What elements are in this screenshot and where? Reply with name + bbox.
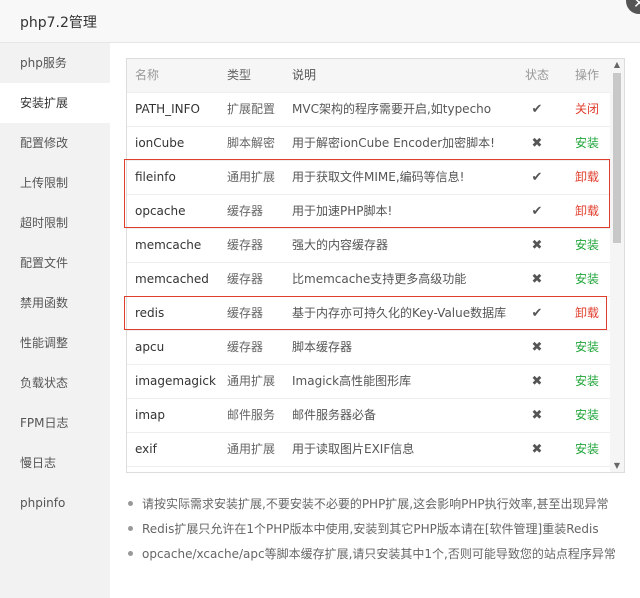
install-button[interactable]: 安装	[575, 399, 605, 432]
check-icon: ✔	[531, 102, 543, 117]
ext-name: imap	[135, 408, 165, 422]
sidebar-item[interactable]: phpinfo	[0, 483, 110, 523]
sidebar-item[interactable]: php服务	[0, 43, 110, 83]
header-status: 状态	[525, 68, 549, 82]
extensions-table: 名称 类型 说明 状态 操作 PATH_INFO 扩展配置 MVC架构的程序需要开启…	[126, 58, 625, 473]
scroll-down-arrow-icon[interactable]: ▼	[610, 460, 624, 472]
ext-desc: 脚本缓存器	[292, 340, 353, 354]
ext-desc: 强大的内容缓存器	[292, 238, 389, 252]
cross-icon: ✖	[531, 408, 543, 423]
ext-name: PATH_INFO	[135, 102, 200, 116]
ext-name: ionCube	[135, 136, 185, 150]
ext-type: 脚本解密	[227, 136, 276, 150]
scroll-up-arrow-icon[interactable]: ▲	[610, 59, 624, 71]
note-text: opcache/xcache/apc等脚本缓存扩展,请只安装其中1个,否则可能导…	[142, 547, 616, 561]
bullet-icon	[128, 551, 133, 556]
header-desc: 说明	[292, 68, 317, 82]
table-row: apcu 缓存器 脚本缓存器 ✖ 安装	[127, 331, 611, 365]
ext-type: 通用扩展	[227, 442, 276, 456]
sidebar: php服务 安装扩展 配置修改 上传限制 超时限制 配置文件 禁用函数 性能调整 负载状态 FPM…	[0, 43, 110, 598]
table-scrollbar[interactable]: ▲ ▼	[610, 59, 624, 472]
ext-name: exif	[135, 442, 157, 456]
table-row: ionCube 脚本解密 用于解密ionCube Encoder加密脚本! ✖ 安装	[127, 127, 611, 161]
install-button[interactable]: 安装	[575, 127, 605, 160]
ext-type: 通用扩展	[227, 374, 276, 388]
ext-type: 缓存器	[227, 340, 264, 354]
ext-name: memcache	[135, 238, 202, 252]
sidebar-item[interactable]: 性能调整	[0, 323, 110, 363]
ext-name: imagemagick	[135, 374, 216, 388]
ext-type: 扩展配置	[227, 102, 276, 116]
sidebar-item[interactable]: 超时限制	[0, 203, 110, 243]
table-row: imagemagick 通用扩展 Imagick高性能图形库 ✖ 安装	[127, 365, 611, 399]
table-row: memcache 缓存器 强大的内容缓存器 ✖ 安装	[127, 229, 611, 263]
ext-desc: MVC架构的程序需要开启,如typecho	[292, 102, 492, 116]
header-type: 类型	[227, 68, 252, 82]
install-button[interactable]: 安装	[575, 331, 605, 364]
close-button[interactable]: 关闭	[575, 93, 605, 126]
sidebar-item[interactable]: 安装扩展	[0, 83, 110, 123]
header-name: 名称	[135, 68, 160, 82]
ext-desc: 用于解密ionCube Encoder加密脚本!	[292, 136, 495, 150]
sidebar-item[interactable]: 禁用函数	[0, 283, 110, 323]
note-text: Redis扩展只允许在1个PHP版本中使用,安装到其它PHP版本请在[软件管理]…	[142, 522, 599, 536]
ext-desc: 比memcache支持更多高级功能	[292, 272, 467, 286]
ext-name: apcu	[135, 340, 165, 354]
cross-icon: ✖	[531, 136, 543, 151]
ext-desc: Imagick高性能图形库	[292, 374, 412, 388]
highlight-box-redis	[124, 296, 607, 330]
bullet-icon	[128, 526, 133, 531]
sidebar-item[interactable]: 负载状态	[0, 363, 110, 403]
ext-name: memcached	[135, 272, 209, 286]
ext-type: 缓存器	[227, 238, 264, 252]
header-op: 操作	[575, 68, 600, 82]
php-manage-dialog: php7.2管理 ✕ php服务 安装扩展 配置修改 上传限制 超时限制 配置文件 禁用函数…	[0, 0, 640, 598]
bullet-icon	[128, 501, 133, 506]
sidebar-item[interactable]: 上传限制	[0, 163, 110, 203]
install-button[interactable]: 安装	[575, 433, 605, 466]
cross-icon: ✖	[531, 340, 543, 355]
sidebar-item[interactable]: 配置文件	[0, 243, 110, 283]
install-button[interactable]: 安装	[575, 263, 605, 296]
install-button[interactable]: 安装	[575, 365, 605, 398]
table-row: memcached 缓存器 比memcache支持更多高级功能 ✖ 安装	[127, 263, 611, 297]
ext-desc: 邮件服务器必备	[292, 408, 377, 422]
scroll-thumb[interactable]	[613, 73, 621, 243]
highlight-box-fileinfo-opcache	[124, 159, 610, 228]
table-header-row: 名称 类型 说明 状态 操作	[127, 59, 611, 93]
install-button[interactable]: 安装	[575, 229, 605, 262]
ext-desc: 用于读取图片EXIF信息	[292, 442, 415, 456]
cross-icon: ✖	[531, 442, 543, 457]
sidebar-item[interactable]: 慢日志	[0, 443, 110, 483]
ext-type: 邮件服务	[227, 408, 276, 422]
note-text: 请按实际需求安装扩展,不要安装不必要的PHP扩展,这会影响PHP执行效率,甚至出…	[142, 497, 609, 511]
cross-icon: ✖	[531, 272, 543, 287]
dialog-titlebar: php7.2管理	[0, 0, 640, 43]
sidebar-item[interactable]: FPM日志	[0, 403, 110, 443]
table-row: PATH_INFO 扩展配置 MVC架构的程序需要开启,如typecho ✔ 关闭	[127, 93, 611, 127]
ext-type: 缓存器	[227, 272, 264, 286]
table-row: imap 邮件服务 邮件服务器必备 ✖ 安装	[127, 399, 611, 433]
cross-icon: ✖	[531, 238, 543, 253]
table-row: exif 通用扩展 用于读取图片EXIF信息 ✖ 安装	[127, 433, 611, 467]
sidebar-item[interactable]: 配置修改	[0, 123, 110, 163]
cross-icon: ✖	[531, 374, 543, 389]
dialog-title: php7.2管理	[20, 15, 97, 31]
